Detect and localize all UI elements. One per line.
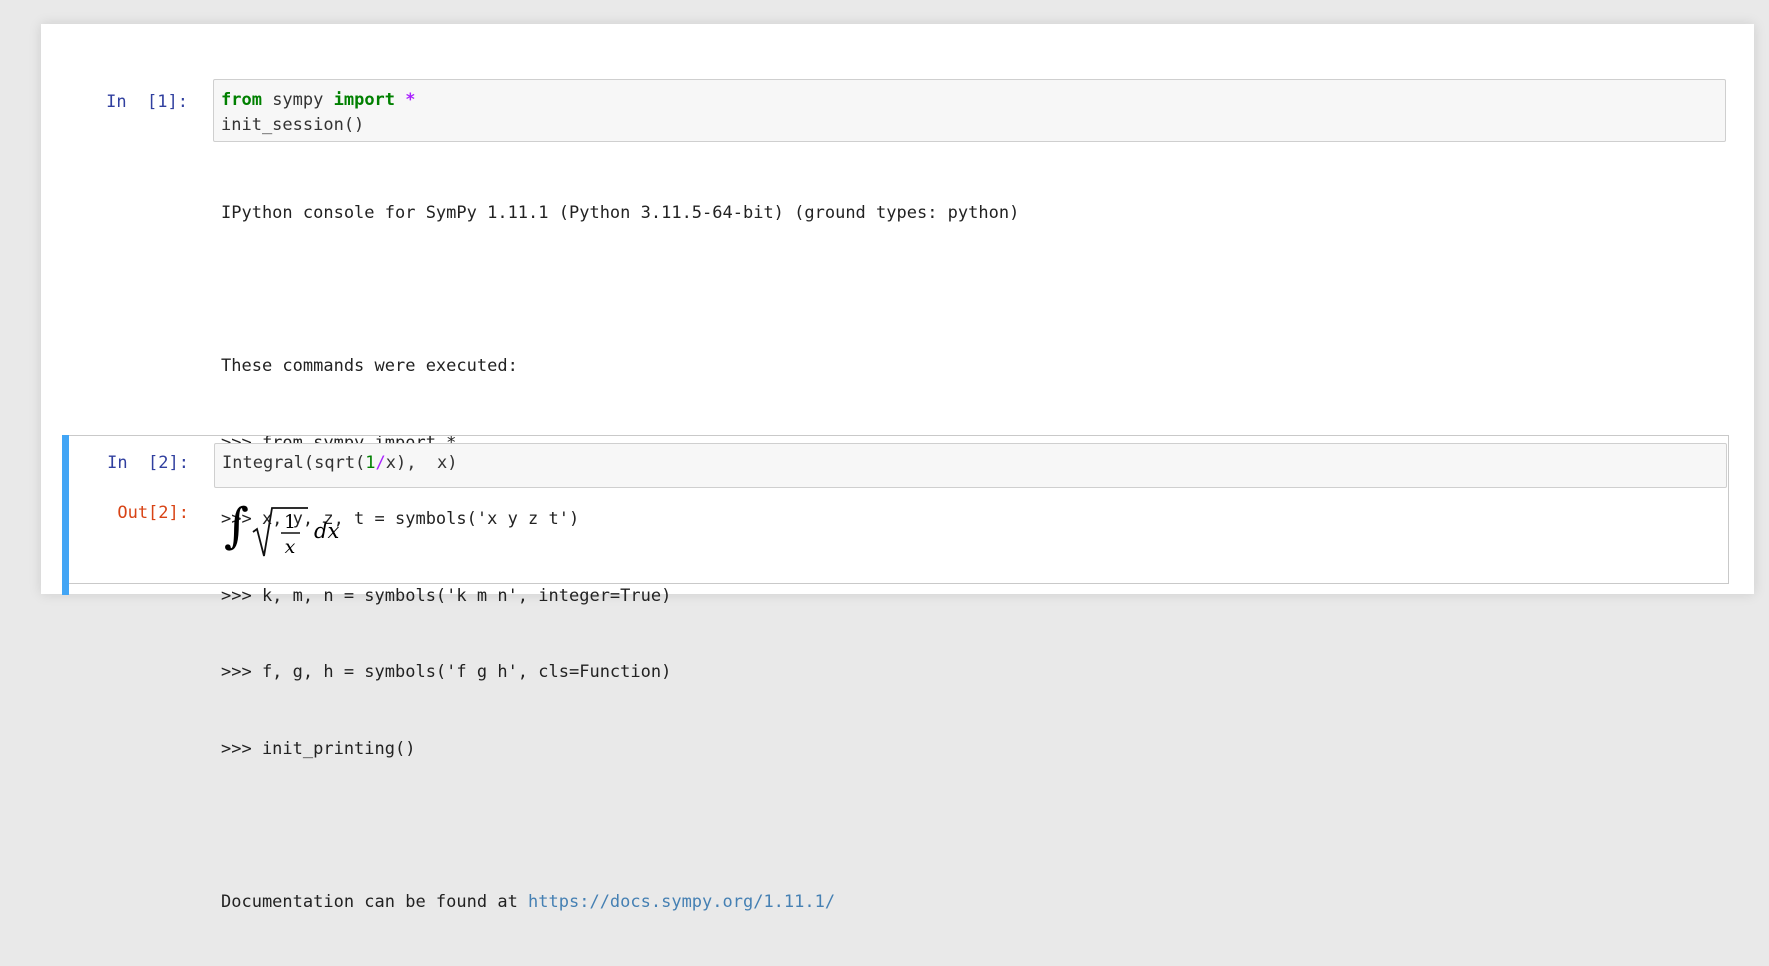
fraction-denominator: x (285, 536, 296, 558)
integral-expression: ∫ 1 x dx (224, 498, 339, 558)
documentation-line: Documentation can be found at https://do… (221, 890, 1019, 916)
doc-text: Documentation can be found at (221, 891, 529, 912)
operator: * (405, 90, 416, 110)
input-prompt: In [2]: (107, 453, 189, 473)
notebook-container: In [1]: from sympy import * init_session… (41, 24, 1754, 912)
documentation-link[interactable]: https://docs.sympy.org/1.11.1/ (528, 892, 835, 912)
keyword: from (221, 90, 262, 110)
number-literal: 1 (365, 453, 376, 473)
integral-sign: ∫ (224, 498, 249, 554)
output-line: IPython console for SymPy 1.11.1 (Python… (221, 203, 1020, 223)
code-editor[interactable]: from sympy import * init_session() (213, 79, 1726, 142)
input-prompt: In [1]: (106, 92, 188, 112)
output-line: >>> f, g, h = symbols('f g h', cls=Funct… (221, 662, 672, 682)
code-line: init_session() (221, 115, 365, 135)
keyword: import (333, 90, 396, 110)
code-text: x), x) (385, 453, 458, 473)
output-line: >>> k, m, n = symbols('k m n', integer=T… (221, 585, 672, 606)
fraction-numerator: 1 (284, 511, 296, 533)
sqrt-radical (252, 507, 308, 557)
code-cell-2[interactable]: In [2]: Integral(sqrt(1/x), x) Out[2]: ∫… (62, 435, 1729, 595)
module-name: sympy (261, 90, 334, 110)
code-cell-1[interactable]: In [1]: from sympy import * init_session… (63, 54, 1727, 912)
code-text: Integral(sqrt( (222, 453, 366, 473)
output-prompt: Out[2]: (117, 503, 189, 523)
code-editor[interactable]: Integral(sqrt(1/x), x) (214, 443, 1727, 488)
output-line: These commands were executed: (221, 356, 518, 376)
operator: / (375, 453, 386, 473)
output-line: >>> init_printing() (221, 738, 416, 759)
differential: dx (314, 519, 339, 543)
